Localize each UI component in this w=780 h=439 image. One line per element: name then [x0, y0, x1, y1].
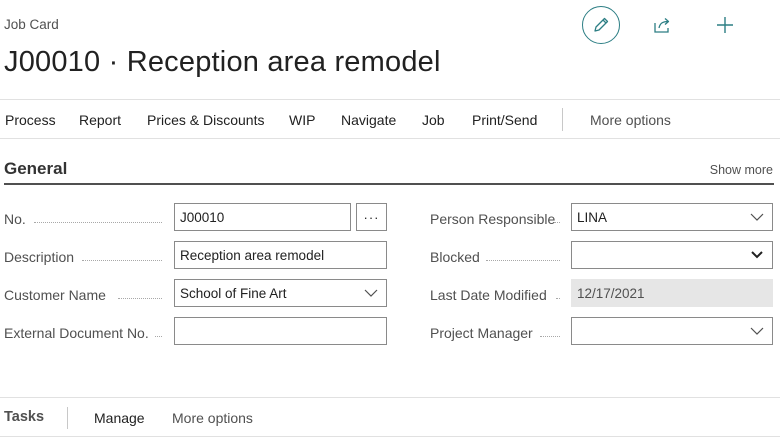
person-responsible-field[interactable]: LINA — [571, 203, 773, 231]
description-value: Reception area remodel — [180, 247, 325, 263]
new-button[interactable] — [713, 13, 737, 37]
tasks-manage-button[interactable]: Manage — [94, 410, 145, 426]
no-value: J00010 — [180, 209, 225, 225]
action-job[interactable]: Job — [422, 112, 445, 128]
field-label-description: Description — [4, 249, 75, 265]
pencil-edit-icon — [594, 17, 609, 32]
action-prices-discounts[interactable]: Prices & Discounts — [147, 112, 264, 128]
show-more-link[interactable]: Show more — [710, 163, 773, 177]
blocked-select[interactable] — [571, 241, 773, 269]
dotted-leader — [486, 260, 560, 261]
field-label-blocked: Blocked — [430, 249, 480, 265]
no-field[interactable]: J00010 — [174, 203, 351, 231]
chevron-down-icon — [750, 327, 764, 335]
page-caption: Job Card — [4, 17, 59, 32]
tasks-grid-top-border — [0, 436, 780, 437]
share-button[interactable] — [650, 14, 674, 36]
action-process[interactable]: Process — [5, 112, 56, 128]
action-report[interactable]: Report — [79, 112, 121, 128]
field-label-no: No. — [4, 211, 26, 227]
field-label-last-date-modified: Last Date Modified — [430, 287, 547, 303]
page-title: J00010 · Reception area remodel — [4, 46, 441, 78]
plus-new-icon — [717, 17, 733, 33]
last-date-modified-field: 12/17/2021 — [571, 279, 773, 307]
action-more-options[interactable]: More options — [590, 112, 671, 128]
dotted-leader — [34, 222, 162, 223]
dotted-leader — [155, 336, 162, 337]
no-assist-button[interactable]: ··· — [356, 203, 387, 231]
last-date-modified-value: 12/17/2021 — [577, 285, 645, 301]
ellipsis-icon: ··· — [363, 209, 380, 225]
description-field[interactable]: Reception area remodel — [174, 241, 387, 269]
tasks-more-options-button[interactable]: More options — [172, 410, 253, 426]
dotted-leader — [556, 298, 560, 299]
dotted-leader — [82, 260, 162, 261]
project-manager-field[interactable] — [571, 317, 773, 345]
edit-button[interactable] — [582, 6, 620, 44]
dotted-leader — [554, 222, 560, 223]
customer-name-value: School of Fine Art — [180, 285, 287, 301]
external-document-no-field[interactable] — [174, 317, 387, 345]
select-arrow-icon — [751, 251, 763, 259]
person-responsible-value: LINA — [577, 209, 608, 225]
field-label-external-document-no: External Document No. — [4, 325, 149, 341]
dotted-leader — [118, 298, 162, 299]
field-label-customer-name: Customer Name — [4, 287, 106, 303]
field-label-person-responsible: Person Responsible — [430, 211, 556, 227]
section-divider — [4, 183, 774, 185]
action-print-send[interactable]: Print/Send — [472, 112, 537, 128]
chevron-down-icon — [750, 213, 764, 221]
action-separator — [562, 108, 563, 131]
action-bar: Process Report Prices & Discounts WIP Na… — [0, 99, 780, 139]
section-general-title[interactable]: General — [4, 159, 67, 179]
tasks-title[interactable]: Tasks — [4, 409, 44, 425]
chevron-down-icon — [364, 289, 378, 297]
customer-name-field[interactable]: School of Fine Art — [174, 279, 387, 307]
action-wip[interactable]: WIP — [289, 112, 315, 128]
tasks-divider — [0, 397, 780, 398]
share-icon — [654, 18, 670, 33]
dotted-leader — [540, 336, 560, 337]
tasks-separator — [67, 407, 68, 429]
field-label-project-manager: Project Manager — [430, 325, 533, 341]
action-navigate[interactable]: Navigate — [341, 112, 396, 128]
